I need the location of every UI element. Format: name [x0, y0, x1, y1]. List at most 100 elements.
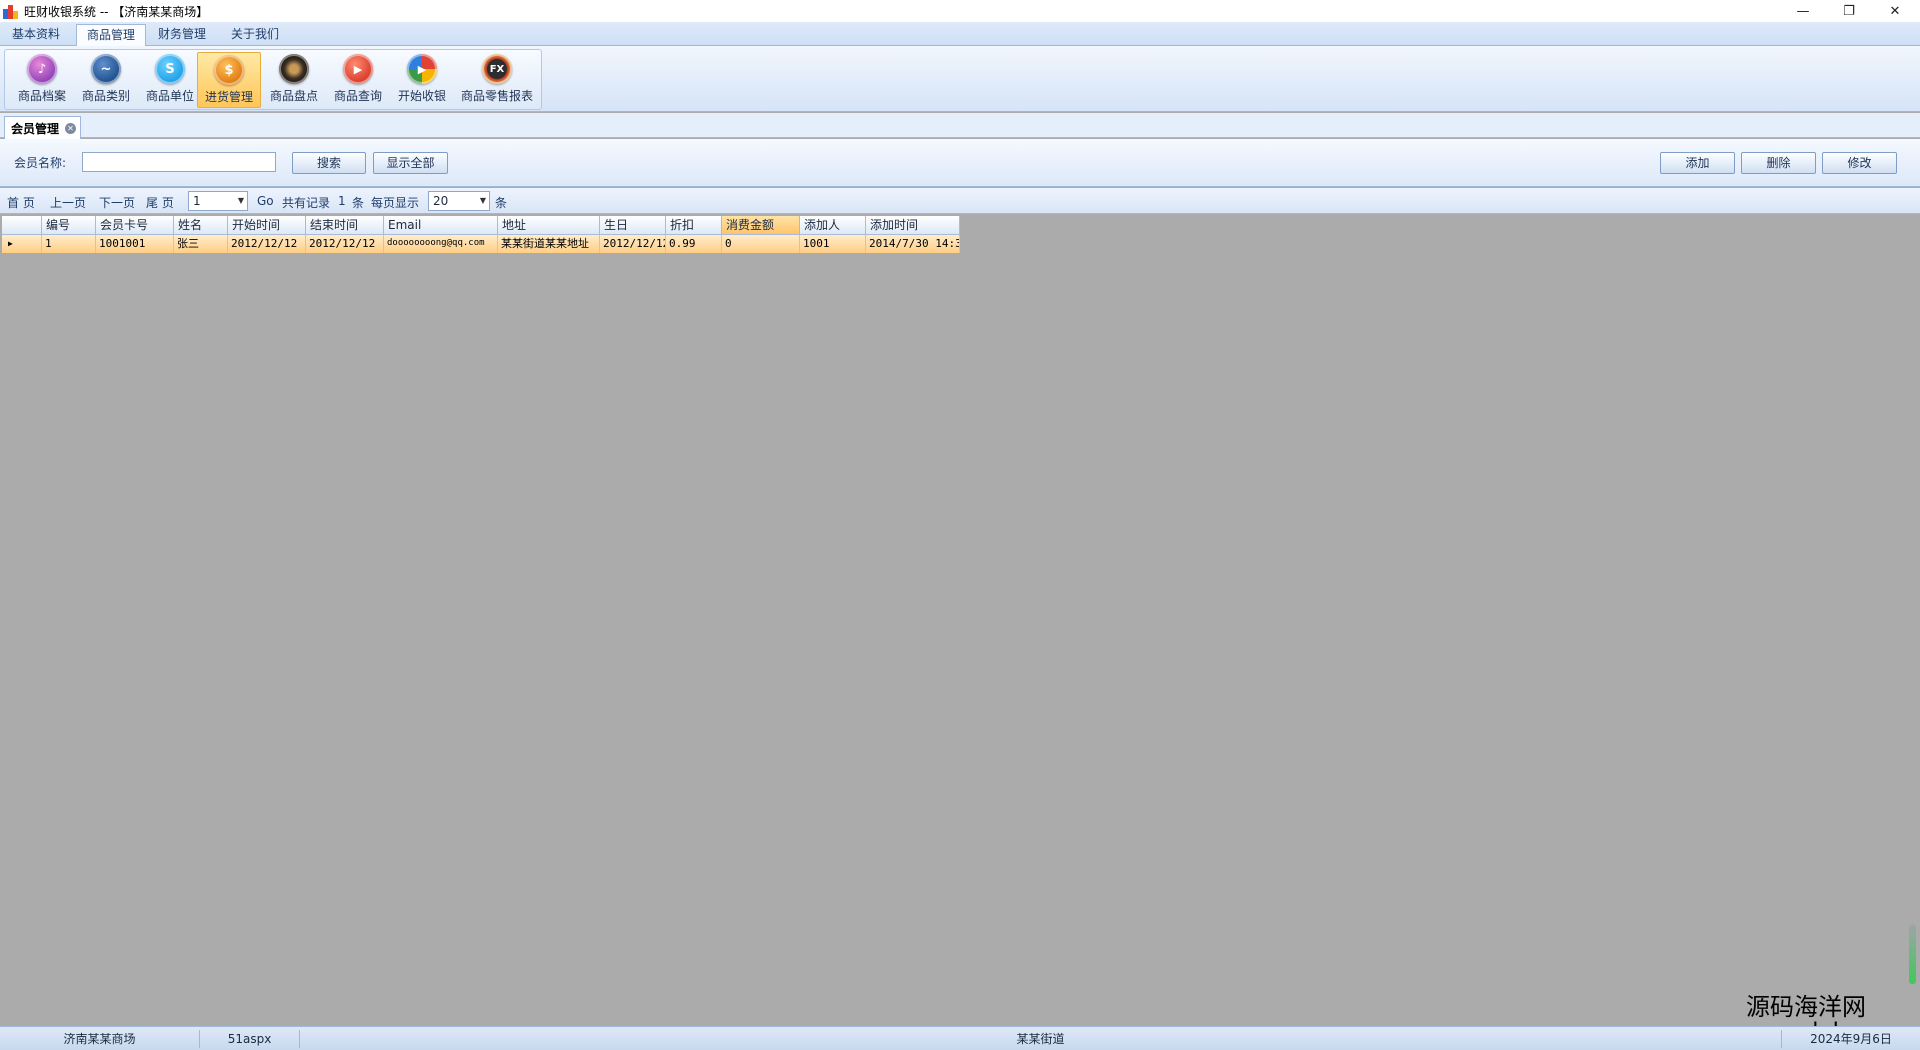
start-checkout-label: 开始收银 — [397, 89, 446, 103]
play-icon: ▶ — [343, 54, 373, 84]
product-query-label: 商品查询 — [333, 89, 382, 103]
tab-member-management[interactable]: 会员管理 ✕ — [4, 116, 82, 139]
close-icon: ✕ — [1889, 3, 1901, 19]
column-header-discount[interactable]: 折扣 — [666, 216, 722, 235]
stock-in-management-button[interactable]: $ 进货管理 — [197, 52, 261, 108]
column-header-added-time[interactable]: 添加时间 — [866, 216, 960, 235]
retail-report-button[interactable]: FX 商品零售报表 — [457, 52, 537, 106]
window-title: 旺财收银系统 -- 【济南某某商场】 — [24, 4, 209, 19]
table-cell[interactable]: 1001001 — [96, 235, 174, 253]
restore-icon: ❐ — [1843, 3, 1855, 19]
scroll-indicator[interactable] — [1909, 924, 1916, 984]
menu-about-us[interactable]: 关于我们 — [221, 24, 289, 45]
product-category-button[interactable]: ~ 商品类别 — [75, 52, 137, 106]
table-cell[interactable]: 0.99 — [666, 235, 722, 253]
chevron-down-icon: ▼ — [237, 196, 244, 205]
menu-finance-management[interactable]: 财务管理 — [148, 24, 216, 45]
table-cell[interactable]: doooooooong@qq.com — [384, 235, 498, 253]
status-bar: 济南某某商场 51aspx 某某街道 2024年9月6日 — [0, 1026, 1920, 1050]
product-unit-label: 商品单位 — [145, 89, 194, 103]
search-panel: 会员名称: 搜索 显示全部 添加 删除 修改 — [0, 139, 1920, 187]
minimize-icon: — — [1796, 3, 1810, 19]
per-page-select[interactable]: 20 ▼ — [428, 191, 490, 211]
delete-button[interactable]: 删除 — [1741, 152, 1816, 174]
prev-page-link[interactable]: 上一页 — [50, 194, 86, 211]
product-category-label: 商品类别 — [81, 89, 130, 103]
status-user: 51aspx — [200, 1030, 300, 1048]
product-unit-button[interactable]: S 商品单位 — [139, 52, 201, 106]
total-records-unit: 条 — [352, 196, 365, 210]
menu-bar: 基本资料 商品管理 财务管理 关于我们 — [0, 22, 1920, 47]
start-checkout-button[interactable]: ▶ 开始收银 — [391, 52, 453, 106]
record-icon: ♪ — [27, 54, 57, 84]
per-page-unit: 条 — [495, 196, 508, 210]
column-header-email[interactable]: Email — [384, 216, 498, 235]
stock-in-management-label: 进货管理 — [204, 90, 253, 104]
total-records-label: 共有记录 — [282, 196, 331, 210]
go-button[interactable]: Go — [257, 194, 274, 208]
restore-button[interactable]: ❐ — [1826, 0, 1872, 22]
watermark-title: 源码海洋网 — [1746, 993, 1866, 1021]
minimize-button[interactable]: — — [1780, 0, 1826, 22]
ribbon-toolbar: ♪ 商品档案 ~ 商品类别 S 商品单位 $ 进货管理 商品盘点 ▶ 商品查询 … — [0, 46, 1920, 112]
table-cell[interactable]: 1001 — [800, 235, 866, 253]
column-header-end-time[interactable]: 结束时间 — [306, 216, 384, 235]
page-number-value: 1 — [193, 194, 201, 208]
member-name-label: 会员名称: — [14, 156, 67, 170]
retail-report-label: 商品零售报表 — [460, 89, 533, 103]
page-number-select[interactable]: 1 ▼ — [188, 191, 248, 211]
row-indicator-icon[interactable]: ▶ — [2, 235, 42, 253]
table-cell[interactable]: 0 — [722, 235, 800, 253]
status-store: 济南某某商场 — [0, 1030, 200, 1048]
tab-label: 会员管理 — [11, 121, 60, 136]
camera-lens-icon — [279, 54, 309, 84]
per-page-value: 20 — [433, 194, 449, 208]
document-tab-strip: 会员管理 ✕ — [0, 113, 1920, 139]
table-cell[interactable]: 2012/12/12 — [228, 235, 306, 253]
table-cell[interactable]: 2012/12/12 — [600, 235, 666, 253]
ribbon-group: ♪ 商品档案 ~ 商品类别 S 商品单位 $ 进货管理 商品盘点 ▶ 商品查询 … — [4, 49, 542, 110]
status-date: 2024年9月6日 — [1810, 1032, 1892, 1046]
first-page-link[interactable]: 首 页 — [7, 194, 35, 211]
column-header-id[interactable]: 编号 — [42, 216, 96, 235]
column-header-start-time[interactable]: 开始时间 — [228, 216, 306, 235]
last-page-link[interactable]: 尾 页 — [146, 194, 174, 211]
table-cell[interactable]: 2012/12/12 — [306, 235, 384, 253]
table-cell[interactable]: 1 — [42, 235, 96, 253]
table-cell[interactable]: 2014/7/30 14:31 — [866, 235, 960, 253]
pagination-bar: 首 页 上一页 下一页 尾 页 1 ▼ Go 共有记录 1 条 每页显示 20 … — [0, 188, 1920, 214]
menu-basic-data[interactable]: 基本资料 — [2, 24, 70, 45]
product-query-button[interactable]: ▶ 商品查询 — [327, 52, 389, 106]
per-page-label: 每页显示 — [371, 196, 420, 210]
next-page-link[interactable]: 下一页 — [99, 194, 135, 211]
product-archive-label: 商品档案 — [17, 89, 66, 103]
add-button[interactable]: 添加 — [1660, 152, 1735, 174]
close-tab-icon[interactable]: ✕ — [65, 122, 77, 134]
column-header-spend-amount[interactable]: 消费金额 — [722, 216, 800, 235]
edit-button[interactable]: 修改 — [1822, 152, 1897, 174]
total-records-value: 1 — [338, 194, 346, 208]
column-header-name[interactable]: 姓名 — [174, 216, 228, 235]
column-header-added-by[interactable]: 添加人 — [800, 216, 866, 235]
product-archive-button[interactable]: ♪ 商品档案 — [11, 52, 73, 106]
column-header-birthday[interactable]: 生日 — [600, 216, 666, 235]
member-name-input[interactable] — [82, 152, 276, 172]
close-button[interactable]: ✕ — [1872, 0, 1918, 22]
menu-product-management[interactable]: 商品管理 — [76, 24, 147, 47]
member-data-grid: 编号 会员卡号 姓名 开始时间 结束时间 Email 地址 生日 折扣 消费金额… — [2, 216, 960, 254]
table-cell[interactable]: 张三 — [174, 235, 228, 253]
grid-select-all-header[interactable] — [2, 216, 42, 235]
skype-s-icon: S — [155, 54, 185, 84]
app-logo-icon — [3, 3, 19, 19]
stock-in-icon: $ — [214, 55, 244, 85]
wave-icon: ~ — [91, 54, 121, 84]
search-button[interactable]: 搜索 — [292, 152, 366, 174]
status-address: 某某街道 — [300, 1030, 1782, 1048]
play-store-icon: ▶ — [407, 54, 437, 84]
title-bar: 旺财收银系统 -- 【济南某某商场】 — ❐ ✕ — [0, 0, 1920, 22]
table-cell[interactable]: 某某街道某某地址 — [498, 235, 600, 253]
stock-take-button[interactable]: 商品盘点 — [263, 52, 325, 106]
column-header-address[interactable]: 地址 — [498, 216, 600, 235]
column-header-card-no[interactable]: 会员卡号 — [96, 216, 174, 235]
show-all-button[interactable]: 显示全部 — [373, 152, 448, 174]
